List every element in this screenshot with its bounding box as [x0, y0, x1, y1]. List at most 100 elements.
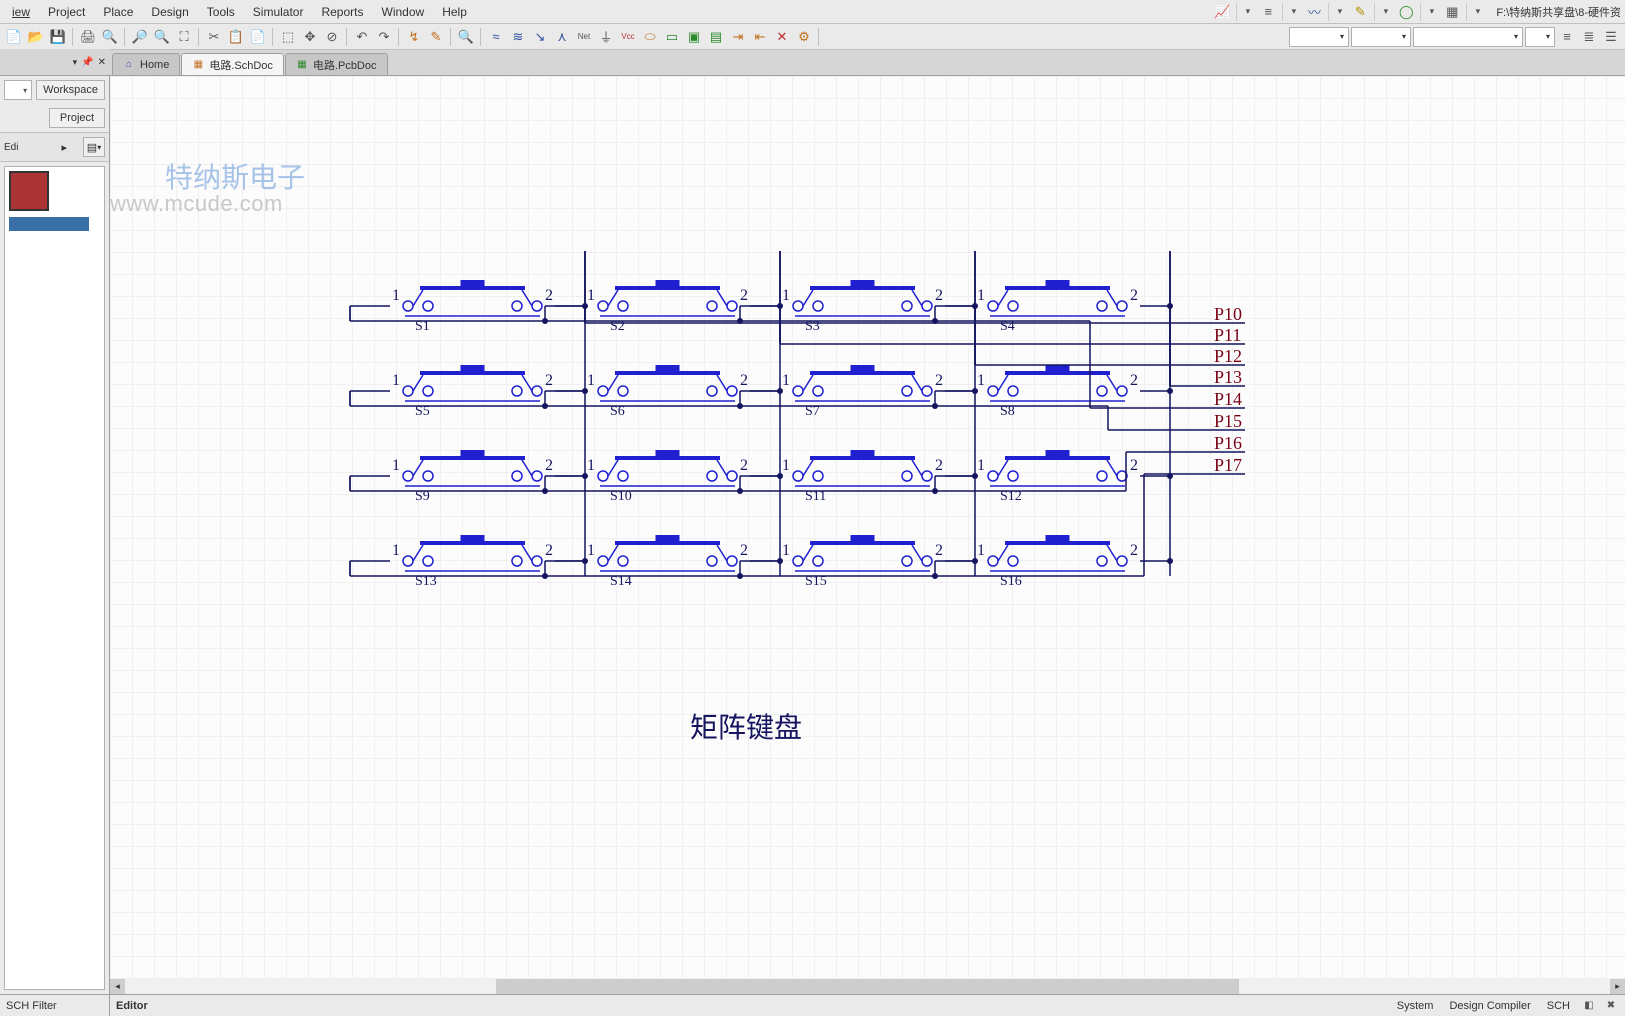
- open-icon[interactable]: 📂: [26, 27, 46, 47]
- preview-icon[interactable]: 🔍: [100, 27, 120, 47]
- dropdown-icon[interactable]: ▾: [1420, 3, 1438, 21]
- svg-text:P10: P10: [1214, 304, 1242, 324]
- status-editor[interactable]: Editor: [110, 1000, 1386, 1012]
- menu-bar: iew Project Place Design Tools Simulator…: [0, 0, 1625, 24]
- menu-view[interactable]: iew: [4, 3, 38, 21]
- menu-place[interactable]: Place: [95, 3, 141, 21]
- mask-icon[interactable]: ◧: [1579, 996, 1599, 1016]
- combo-2[interactable]: ▾: [1351, 27, 1411, 47]
- noerc-icon[interactable]: ✕: [772, 27, 792, 47]
- fit-icon[interactable]: ⛶: [174, 27, 194, 47]
- workspace-button[interactable]: Workspace: [36, 80, 105, 100]
- align-right-icon[interactable]: ☰: [1601, 27, 1621, 47]
- compile-icon[interactable]: ⚙: [794, 27, 814, 47]
- clear-icon[interactable]: ✖: [1601, 996, 1621, 1016]
- scroll-thumb[interactable]: [496, 979, 1239, 994]
- svg-text:P17: P17: [1214, 455, 1242, 475]
- svg-text:1: 1: [392, 542, 400, 559]
- menu-window[interactable]: Window: [374, 3, 433, 21]
- menu-tools[interactable]: Tools: [199, 3, 243, 21]
- bus-icon[interactable]: ≋: [508, 27, 528, 47]
- scroll-track[interactable]: [125, 979, 1610, 994]
- netlabel-icon[interactable]: Net: [574, 27, 594, 47]
- svg-text:2: 2: [545, 542, 553, 559]
- wave-icon[interactable]: 〰: [1304, 2, 1324, 22]
- undo-icon[interactable]: ↶: [352, 27, 372, 47]
- menu-project[interactable]: Project: [40, 3, 93, 21]
- menu-reports[interactable]: Reports: [313, 3, 371, 21]
- combo-4[interactable]: ▾: [1525, 27, 1555, 47]
- cut-icon[interactable]: ✂: [204, 27, 224, 47]
- project-button[interactable]: Project: [49, 108, 105, 128]
- highlight-icon[interactable]: ✎: [426, 27, 446, 47]
- toolbar: 📄 📂 💾 🖨 🔍 🔎 🔍 ⛶ ✂ 📋 📄 ⬚ ✥ ⊘ ↶ ↷ ↯ ✎ 🔍 ≈ …: [0, 24, 1625, 50]
- dropdown-icon[interactable]: ▾: [1374, 3, 1392, 21]
- dropdown-icon[interactable]: ▾: [1328, 3, 1346, 21]
- combo-3[interactable]: ▾: [1413, 27, 1523, 47]
- status-sch[interactable]: SCH: [1540, 997, 1577, 1015]
- project-tree[interactable]: [4, 166, 105, 990]
- horizontal-scrollbar[interactable]: ◂ ▸: [110, 979, 1625, 994]
- harness-icon[interactable]: ⋏: [552, 27, 572, 47]
- menu-simulator[interactable]: Simulator: [245, 3, 312, 21]
- print-icon[interactable]: 🖨: [78, 27, 98, 47]
- svg-text:P15: P15: [1214, 411, 1242, 431]
- zoomin-icon[interactable]: 🔎: [130, 27, 150, 47]
- zoomout-icon[interactable]: 🔍: [152, 27, 172, 47]
- panel-pin-icon[interactable]: 📌: [81, 57, 93, 68]
- sheet-icon[interactable]: ▭: [662, 27, 682, 47]
- menu-design[interactable]: Design: [143, 3, 196, 21]
- svg-text:P12: P12: [1214, 346, 1242, 366]
- svg-text:1: 1: [392, 287, 400, 304]
- redo-icon[interactable]: ↷: [374, 27, 394, 47]
- status-design-compiler[interactable]: Design Compiler: [1442, 997, 1537, 1015]
- tab-schdoc[interactable]: ▦ 电路.SchDoc: [181, 53, 284, 75]
- panel-menu-icon[interactable]: ▾: [73, 57, 78, 68]
- dropdown-icon[interactable]: ▾: [1466, 3, 1484, 21]
- filter-icon[interactable]: ▸: [61, 141, 67, 154]
- svg-text:2: 2: [1130, 287, 1138, 304]
- port2-icon[interactable]: ⇤: [750, 27, 770, 47]
- pencil-icon[interactable]: ✎: [1350, 2, 1370, 22]
- paste-icon[interactable]: 📄: [248, 27, 268, 47]
- browse-icon[interactable]: 🔍: [456, 27, 476, 47]
- busentry-icon[interactable]: ↘: [530, 27, 550, 47]
- dropdown-icon[interactable]: ▾: [1282, 3, 1300, 21]
- tab-pcbdoc[interactable]: ▦ 电路.PcbDoc: [285, 53, 388, 75]
- schematic-canvas[interactable]: 特纳斯电子 www.mcude.com 矩阵键盘 12S112S212S312S…: [110, 76, 1625, 979]
- wire-icon[interactable]: ≈: [486, 27, 506, 47]
- svg-text:2: 2: [935, 542, 943, 559]
- tab-home[interactable]: ⌂ Home: [112, 53, 180, 75]
- svg-text:1: 1: [392, 372, 400, 389]
- workspace-combo[interactable]: ▾: [4, 80, 32, 100]
- structure-button[interactable]: ▤▾: [83, 137, 105, 157]
- gnd-icon[interactable]: ⏚: [596, 27, 616, 47]
- panel-close-icon[interactable]: ✕: [98, 57, 106, 68]
- copy-icon[interactable]: 📋: [226, 27, 246, 47]
- circle-icon[interactable]: ◯: [1396, 2, 1416, 22]
- align-left-icon[interactable]: ≡: [1557, 27, 1577, 47]
- scroll-left-icon[interactable]: ◂: [110, 979, 125, 994]
- move-icon[interactable]: ✥: [300, 27, 320, 47]
- status-system[interactable]: System: [1390, 997, 1441, 1015]
- sheetentry-icon[interactable]: ▣: [684, 27, 704, 47]
- status-left-tab[interactable]: SCH Filter: [0, 995, 110, 1016]
- dropdown-icon[interactable]: ▾: [1236, 3, 1254, 21]
- select-icon[interactable]: ⬚: [278, 27, 298, 47]
- new-icon[interactable]: 📄: [4, 27, 24, 47]
- chart-icon[interactable]: 📈: [1212, 2, 1232, 22]
- port-icon[interactable]: ⇥: [728, 27, 748, 47]
- save-icon[interactable]: 💾: [48, 27, 68, 47]
- combo-1[interactable]: ▾: [1289, 27, 1349, 47]
- vcc-icon[interactable]: Vcc: [618, 27, 638, 47]
- scroll-right-icon[interactable]: ▸: [1610, 979, 1625, 994]
- device-icon[interactable]: ▤: [706, 27, 726, 47]
- menu-help[interactable]: Help: [434, 3, 475, 21]
- grid-icon[interactable]: ▦: [1442, 2, 1462, 22]
- part-icon[interactable]: ⬭: [640, 27, 660, 47]
- deselect-icon[interactable]: ⊘: [322, 27, 342, 47]
- align-icon[interactable]: ≡: [1258, 2, 1278, 22]
- svg-text:2: 2: [545, 457, 553, 474]
- align-center-icon[interactable]: ≣: [1579, 27, 1599, 47]
- cross-probe-icon[interactable]: ↯: [404, 27, 424, 47]
